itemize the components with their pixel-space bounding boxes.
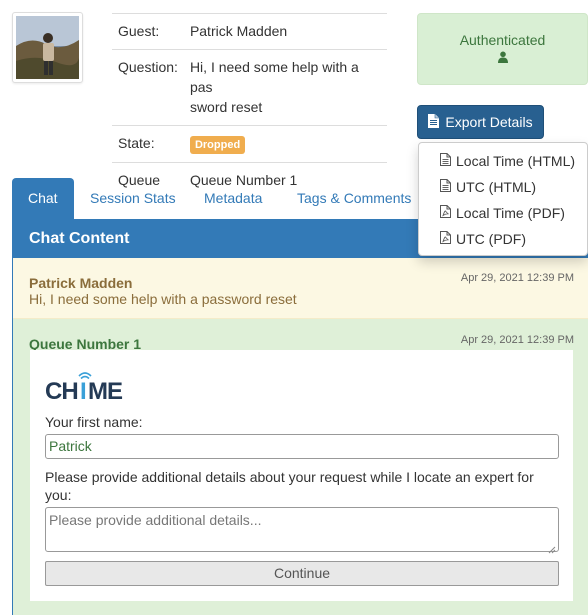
guest-value: Patrick Madden: [183, 13, 387, 50]
tab-metadata[interactable]: Metadata: [204, 178, 262, 219]
guest-key: Guest:: [112, 13, 184, 50]
document-icon: [428, 113, 440, 131]
file-pdf-icon: [440, 231, 451, 247]
state-row: State: Dropped: [112, 125, 387, 163]
menu-item-utc-html[interactable]: UTC (HTML): [419, 174, 587, 200]
guest-message: Patrick Madden Hi, I need some help with…: [13, 258, 588, 319]
guest-avatar: [12, 12, 83, 83]
svg-text:CH: CH: [45, 378, 78, 402]
menu-item-label: Local Time (HTML): [456, 153, 576, 169]
svg-text:ME: ME: [88, 378, 123, 402]
message-timestamp: Apr 29, 2021 12:39 PM: [460, 272, 574, 284]
export-details-label: Export Details: [445, 114, 533, 130]
authenticated-label: Authenticated: [459, 32, 546, 48]
tab-chat[interactable]: Chat: [12, 178, 74, 219]
question-row: Question: Hi, I need some help with a pa…: [112, 49, 387, 126]
continue-button[interactable]: Continue: [45, 561, 559, 586]
export-menu: Local Time (HTML) UTC (HTML) Local Time …: [418, 142, 588, 256]
question-line-2: sword reset: [189, 99, 263, 115]
chat-panel: Chat Content Patrick Madden Hi, I need s…: [12, 219, 588, 615]
menu-item-local-pdf[interactable]: Local Time (PDF): [419, 200, 587, 226]
details-textarea[interactable]: Please provide additional details...: [45, 507, 559, 554]
tab-tags-comments[interactable]: Tags & Comments: [297, 178, 411, 219]
file-text-icon: [440, 179, 451, 195]
guest-row: Guest: Patrick Madden: [112, 13, 387, 50]
guest-photo: [16, 16, 79, 79]
details-placeholder: Please provide additional details...: [49, 512, 262, 528]
menu-item-utc-pdf[interactable]: UTC (PDF): [419, 226, 587, 252]
question-value: Hi, I need some help with a pas sword res…: [183, 49, 387, 126]
resize-handle-icon[interactable]: [548, 541, 556, 554]
question-key: Question:: [112, 49, 184, 126]
message-sender: Patrick Madden: [29, 275, 133, 291]
question-line-1: Hi, I need some help with a pas: [189, 59, 359, 95]
svg-text:I: I: [80, 378, 87, 402]
first-name-input[interactable]: Patrick: [45, 434, 559, 459]
details-label: Please provide additional details about …: [45, 469, 534, 503]
message-timestamp: Apr 29, 2021 12:39 PM: [460, 334, 574, 346]
intake-form: CH I ME Your first name: Patrick Please …: [30, 350, 573, 601]
menu-item-local-html[interactable]: Local Time (HTML): [419, 148, 587, 174]
chime-logo: CH I ME: [45, 368, 125, 405]
menu-item-label: Local Time (PDF): [456, 205, 565, 221]
file-text-icon: [440, 153, 451, 169]
user-icon: [418, 50, 587, 66]
export-details-button[interactable]: Export Details: [417, 105, 544, 139]
session-info-table: Guest: Patrick Madden Question: Hi, I ne…: [112, 13, 387, 198]
menu-item-label: UTC (HTML): [456, 179, 537, 195]
first-name-label: Your first name:: [45, 414, 143, 430]
menu-item-label: UTC (PDF): [456, 231, 526, 247]
state-value: Dropped: [183, 125, 387, 163]
status-badge: Dropped: [189, 136, 246, 154]
tab-session-stats[interactable]: Session Stats: [90, 178, 176, 219]
state-key: State:: [112, 125, 184, 163]
message-text: Hi, I need some help with a password res…: [29, 291, 297, 307]
authenticated-status: Authenticated: [417, 13, 588, 85]
queue-message: Queue Number 1 Apr 29, 2021 12:39 PM CH …: [13, 319, 588, 615]
file-pdf-icon: [440, 205, 451, 221]
